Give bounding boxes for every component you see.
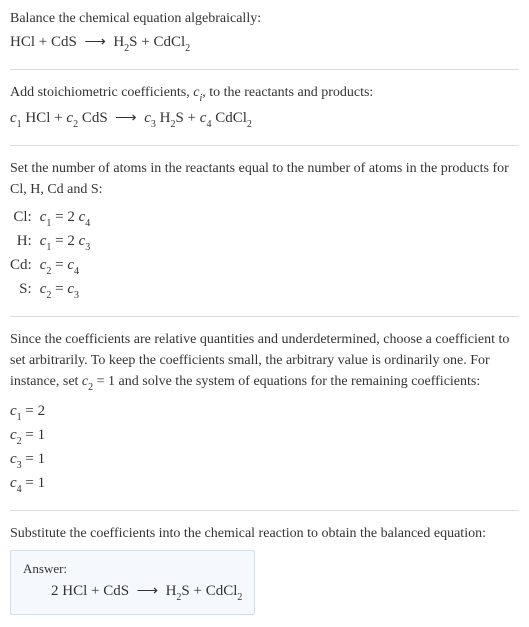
ci-sub: i [199, 93, 202, 104]
section-atom-equations: Set the number of atoms in the reactants… [10, 145, 519, 302]
eq-left: 2 HCl + CdS [51, 583, 129, 599]
c-var: c [144, 110, 151, 126]
eq-right-b: S + CdCl [129, 34, 185, 50]
equation-balanced: 2 HCl + CdS ⟶ H2S + CdCl2 [23, 580, 242, 604]
text-line: Balance the chemical equation algebraica… [10, 8, 519, 29]
coefficient-row: c4 = 1 [10, 472, 519, 496]
text-b: , to the reactants and products: [202, 85, 373, 100]
text-a: Add stoichiometric coefficients, [10, 85, 193, 100]
subscript: 2 [185, 43, 190, 54]
subscript: 2 [247, 119, 252, 130]
subscript: 2 [124, 43, 129, 54]
eq-part: CdS [78, 110, 108, 126]
coefficient-solution-list: c1 = 2c2 = 1c3 = 1c4 = 1 [10, 400, 519, 496]
c-sub: 1 [17, 119, 22, 130]
c-sub: 3 [151, 119, 156, 130]
text-b: = 1 and solve the system of equations fo… [93, 374, 480, 389]
c-var: c [10, 110, 17, 126]
table-row: H:c1 = 2 c3 [10, 230, 96, 254]
subscript: 2 [176, 592, 181, 603]
element-cell: Cd: [10, 254, 40, 278]
section-stoichiometric: Add stoichiometric coefficients, c i, to … [10, 69, 519, 131]
eq-right-a: H [113, 34, 124, 50]
eq-part: CdCl [211, 110, 246, 126]
c-sub: 4 [206, 119, 211, 130]
section-solve: Since the coefficients are relative quan… [10, 316, 519, 496]
element-cell: S: [10, 278, 40, 302]
answer-box: Answer: 2 HCl + CdS ⟶ H2S + CdCl2 [10, 550, 255, 616]
equation-cell: c2 = c3 [40, 278, 97, 302]
eq-right-a: H [166, 583, 177, 599]
subscript: 2 [237, 592, 242, 603]
equation-unbalanced: HCl + CdS ⟶ H2S + CdCl2 [10, 31, 519, 55]
coefficient-row: c3 = 1 [10, 448, 519, 472]
table-row: S:c2 = c3 [10, 278, 96, 302]
table-row: Cd:c2 = c4 [10, 254, 96, 278]
c-sub: 2 [88, 382, 93, 393]
subscript: 2 [170, 119, 175, 130]
element-cell: H: [10, 230, 40, 254]
c-sub: 2 [73, 119, 78, 130]
arrow-icon: ⟶ [115, 110, 137, 126]
coefficient-row: c1 = 2 [10, 400, 519, 424]
table-row: Cl:c1 = 2 c4 [10, 206, 96, 230]
text-line: Since the coefficients are relative quan… [10, 329, 519, 394]
eq-left: HCl + CdS [10, 34, 77, 50]
eq-part: H [156, 110, 171, 126]
eq-part: S + [175, 110, 199, 126]
text-line: Add stoichiometric coefficients, ci, to … [10, 82, 519, 105]
eq-right-b: S + CdCl [181, 583, 237, 599]
equation-cell: c1 = 2 c3 [40, 230, 97, 254]
text-line: Set the number of atoms in the reactants… [10, 158, 519, 200]
section-balance-prompt: Balance the chemical equation algebraica… [10, 8, 519, 55]
equation-cell: c2 = c4 [40, 254, 97, 278]
coefficient-row: c2 = 1 [10, 424, 519, 448]
eq-part: HCl + [22, 110, 67, 126]
atom-equation-table: Cl:c1 = 2 c4H:c1 = 2 c3Cd:c2 = c4S:c2 = … [10, 206, 96, 302]
section-substitute: Substitute the coefficients into the che… [10, 510, 519, 616]
equation-with-coeffs: c1 HCl + c2 CdS ⟶ c3 H2S + c4 CdCl2 [10, 107, 519, 131]
arrow-icon: ⟶ [137, 583, 159, 599]
text-line: Substitute the coefficients into the che… [10, 523, 519, 544]
arrow-icon: ⟶ [84, 34, 106, 50]
element-cell: Cl: [10, 206, 40, 230]
equation-cell: c1 = 2 c4 [40, 206, 97, 230]
answer-label: Answer: [23, 559, 242, 579]
